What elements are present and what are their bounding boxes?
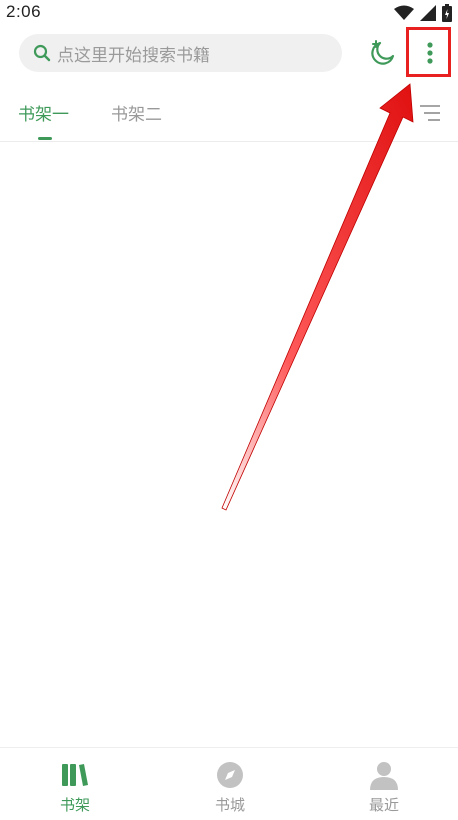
search-bar[interactable]: 点这里开始搜索书籍 bbox=[19, 34, 342, 72]
person-icon bbox=[370, 762, 398, 790]
filter-button[interactable] bbox=[418, 102, 442, 124]
night-mode-button[interactable] bbox=[368, 38, 398, 68]
nav-item-recent[interactable]: 最近 bbox=[344, 760, 424, 815]
nav-item-bookshelf[interactable]: 书架 bbox=[35, 760, 115, 815]
annotation-highlight-box bbox=[406, 27, 451, 77]
wifi-icon bbox=[394, 5, 414, 20]
battery-icon bbox=[442, 4, 452, 22]
search-icon bbox=[33, 44, 51, 62]
tab-shelf-two[interactable]: 书架二 bbox=[111, 100, 162, 125]
signal-icon bbox=[420, 5, 436, 21]
status-time: 2:06 bbox=[6, 2, 42, 21]
nav-item-bookstore[interactable]: 书城 bbox=[190, 760, 270, 815]
bookshelf-icon bbox=[62, 764, 88, 786]
nav-label-bookstore: 书城 bbox=[214, 796, 245, 814]
bookshelf-content bbox=[0, 142, 458, 747]
night-mode-icon bbox=[371, 40, 395, 65]
nav-label-recent: 最近 bbox=[368, 796, 399, 814]
tab-shelf-one[interactable]: 书架一 bbox=[18, 100, 69, 125]
compass-icon bbox=[217, 762, 243, 788]
status-bar: 2:06 bbox=[0, 0, 458, 28]
search-placeholder: 点这里开始搜索书籍 bbox=[57, 45, 210, 66]
bottom-nav: 书架 书城 最近 bbox=[0, 747, 458, 820]
status-icons bbox=[394, 4, 452, 22]
shelf-tabs: 书架一 书架二 bbox=[0, 94, 458, 140]
filter-list-icon bbox=[420, 105, 440, 121]
nav-label-bookshelf: 书架 bbox=[59, 796, 90, 814]
tab-indicator bbox=[38, 137, 52, 140]
